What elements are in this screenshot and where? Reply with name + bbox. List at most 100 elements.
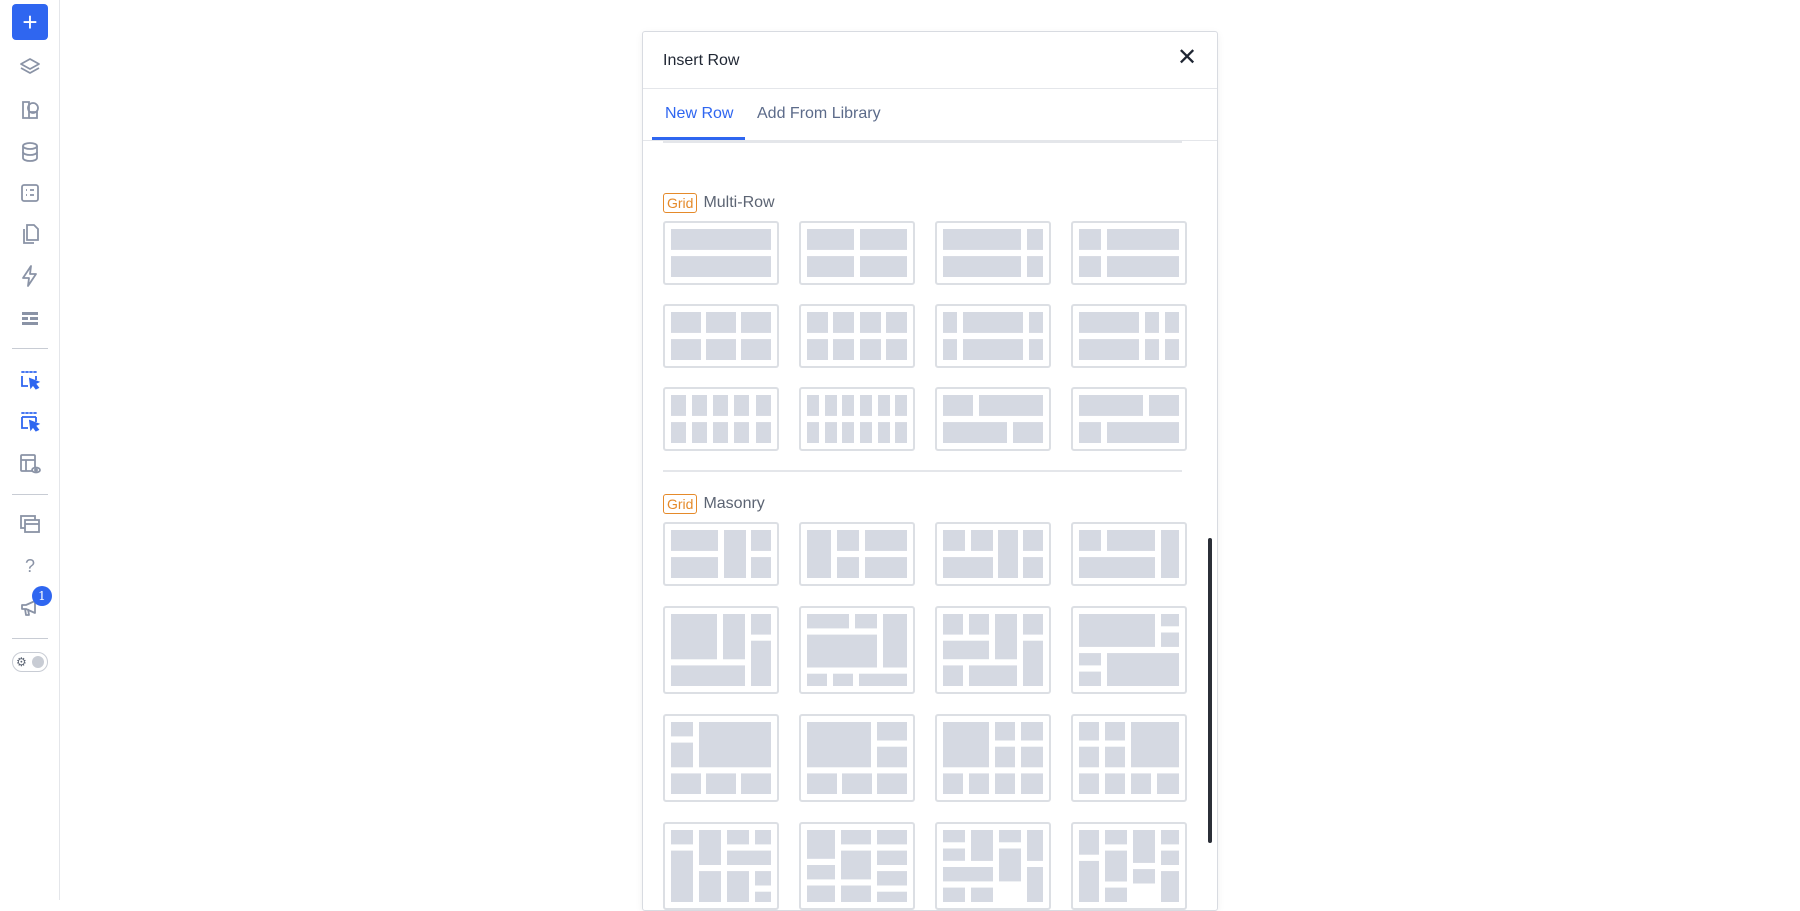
- layout-option[interactable]: [935, 714, 1051, 802]
- layout-block: [1133, 830, 1155, 863]
- layout-block: [842, 773, 872, 794]
- layout-preview: [671, 395, 771, 443]
- theme-toggle[interactable]: ⚙: [12, 652, 48, 672]
- layout-preview: [807, 830, 907, 902]
- layout-block: [943, 848, 965, 861]
- lightning-icon[interactable]: [12, 258, 48, 294]
- close-icon[interactable]: ✕: [1175, 46, 1199, 70]
- layout-preview: [1079, 722, 1179, 794]
- tab-add-from-library[interactable]: Add From Library: [757, 105, 881, 123]
- layout-block: [860, 422, 872, 443]
- layout-block: [943, 640, 989, 660]
- layout-option[interactable]: [663, 822, 779, 910]
- scrollbar[interactable]: [1208, 538, 1212, 843]
- layout-block: [860, 256, 907, 277]
- toggle-knob: [32, 656, 44, 668]
- layout-option[interactable]: [663, 606, 779, 694]
- layout-option[interactable]: [1071, 304, 1187, 368]
- add-button[interactable]: +: [12, 4, 48, 40]
- preview-icon[interactable]: [12, 446, 48, 482]
- layout-option[interactable]: [1071, 606, 1187, 694]
- tab-new-row[interactable]: New Row: [665, 105, 733, 123]
- layout-block: [825, 422, 837, 443]
- rows-icon[interactable]: [12, 300, 48, 336]
- layout-block: [1079, 671, 1101, 686]
- layout-block: [1027, 830, 1043, 861]
- layout-block: [825, 395, 837, 416]
- layout-block: [1079, 422, 1101, 443]
- layout-block: [1157, 773, 1179, 794]
- layout-option[interactable]: [1071, 714, 1187, 802]
- layout-option[interactable]: [1071, 221, 1187, 285]
- layout-block: [671, 229, 771, 250]
- layout-option[interactable]: [799, 522, 915, 586]
- form-icon[interactable]: [12, 175, 48, 211]
- windows-icon[interactable]: [12, 506, 48, 542]
- layout-block: [1105, 746, 1125, 768]
- layout-block: [692, 395, 707, 416]
- layout-block: [1027, 229, 1043, 250]
- layout-option[interactable]: [663, 304, 779, 368]
- multi-select-cursor-icon[interactable]: [12, 404, 48, 440]
- layout-preview: [1079, 530, 1179, 578]
- layout-option[interactable]: [663, 387, 779, 451]
- layout-option[interactable]: [1071, 522, 1187, 586]
- layout-option[interactable]: [799, 304, 915, 368]
- layout-preview: [671, 530, 771, 578]
- layout-block: [1145, 339, 1159, 360]
- layout-block: [943, 256, 1021, 277]
- database-icon[interactable]: [12, 134, 48, 170]
- layout-block: [860, 312, 881, 333]
- layout-block: [671, 530, 718, 551]
- layout-option[interactable]: [799, 606, 915, 694]
- modal-title: Insert Row: [663, 52, 740, 69]
- layout-option[interactable]: [663, 522, 779, 586]
- layout-option[interactable]: [935, 304, 1051, 368]
- layout-block: [741, 312, 771, 333]
- layout-block: [671, 557, 718, 578]
- layout-option[interactable]: [935, 522, 1051, 586]
- layout-block: [755, 830, 771, 845]
- layout-block: [1027, 867, 1043, 902]
- layout-option[interactable]: [663, 714, 779, 802]
- layout-block: [842, 422, 854, 443]
- layout-block: [877, 891, 907, 902]
- layout-block: [943, 867, 993, 882]
- copy-icon[interactable]: [12, 216, 48, 252]
- layout-block: [1107, 229, 1179, 250]
- layout-block: [837, 557, 859, 578]
- layout-block: [860, 395, 872, 416]
- layout-block: [1079, 860, 1099, 902]
- layers-icon[interactable]: [12, 50, 48, 86]
- layout-preview: [807, 229, 907, 277]
- layout-block: [807, 256, 854, 277]
- layout-option[interactable]: [799, 822, 915, 910]
- layout-block: [671, 665, 745, 686]
- layout-option[interactable]: [799, 221, 915, 285]
- layout-option[interactable]: [1071, 387, 1187, 451]
- shapes-icon[interactable]: [12, 92, 48, 128]
- layout-option[interactable]: [935, 387, 1051, 451]
- layout-block: [1131, 722, 1179, 768]
- layout-option[interactable]: [799, 387, 915, 451]
- layout-option[interactable]: [1071, 822, 1187, 910]
- layout-option[interactable]: [935, 606, 1051, 694]
- layout-block: [699, 830, 721, 865]
- layout-block: [1029, 312, 1043, 333]
- layout-block: [877, 722, 907, 741]
- layout-option[interactable]: [935, 822, 1051, 910]
- layout-option[interactable]: [663, 221, 779, 285]
- sidebar-divider: [12, 494, 48, 495]
- layout-block: [1023, 530, 1043, 551]
- layout-block: [1021, 746, 1043, 768]
- layout-block: [895, 422, 907, 443]
- layout-option[interactable]: [935, 221, 1051, 285]
- layout-option[interactable]: [799, 714, 915, 802]
- help-icon[interactable]: ?: [12, 548, 48, 584]
- layout-block: [877, 746, 907, 768]
- layout-preview: [1079, 614, 1179, 686]
- layout-preview: [1079, 229, 1179, 277]
- layout-preview: [671, 312, 771, 360]
- layout-block: [1161, 850, 1179, 865]
- select-cursor-icon[interactable]: [12, 362, 48, 398]
